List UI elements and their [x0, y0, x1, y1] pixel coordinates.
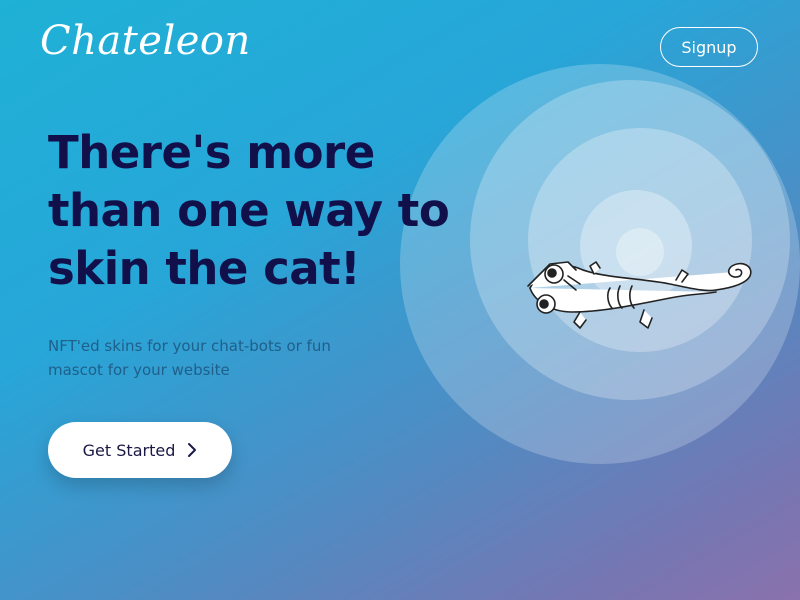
get-started-label: Get Started: [82, 440, 176, 460]
hero-subtitle: NFT'ed skins for your chat-bots or fun m…: [48, 337, 331, 379]
signup-button[interactable]: Signup: [660, 27, 758, 67]
hero-title: There's more than one way to skin the ca…: [48, 126, 450, 295]
chameleon-mascot-icon: [527, 261, 752, 329]
get-started-button[interactable]: Get Started: [48, 422, 232, 478]
logo[interactable]: Chateleon: [40, 18, 251, 64]
chevron-right-icon: [187, 442, 197, 458]
